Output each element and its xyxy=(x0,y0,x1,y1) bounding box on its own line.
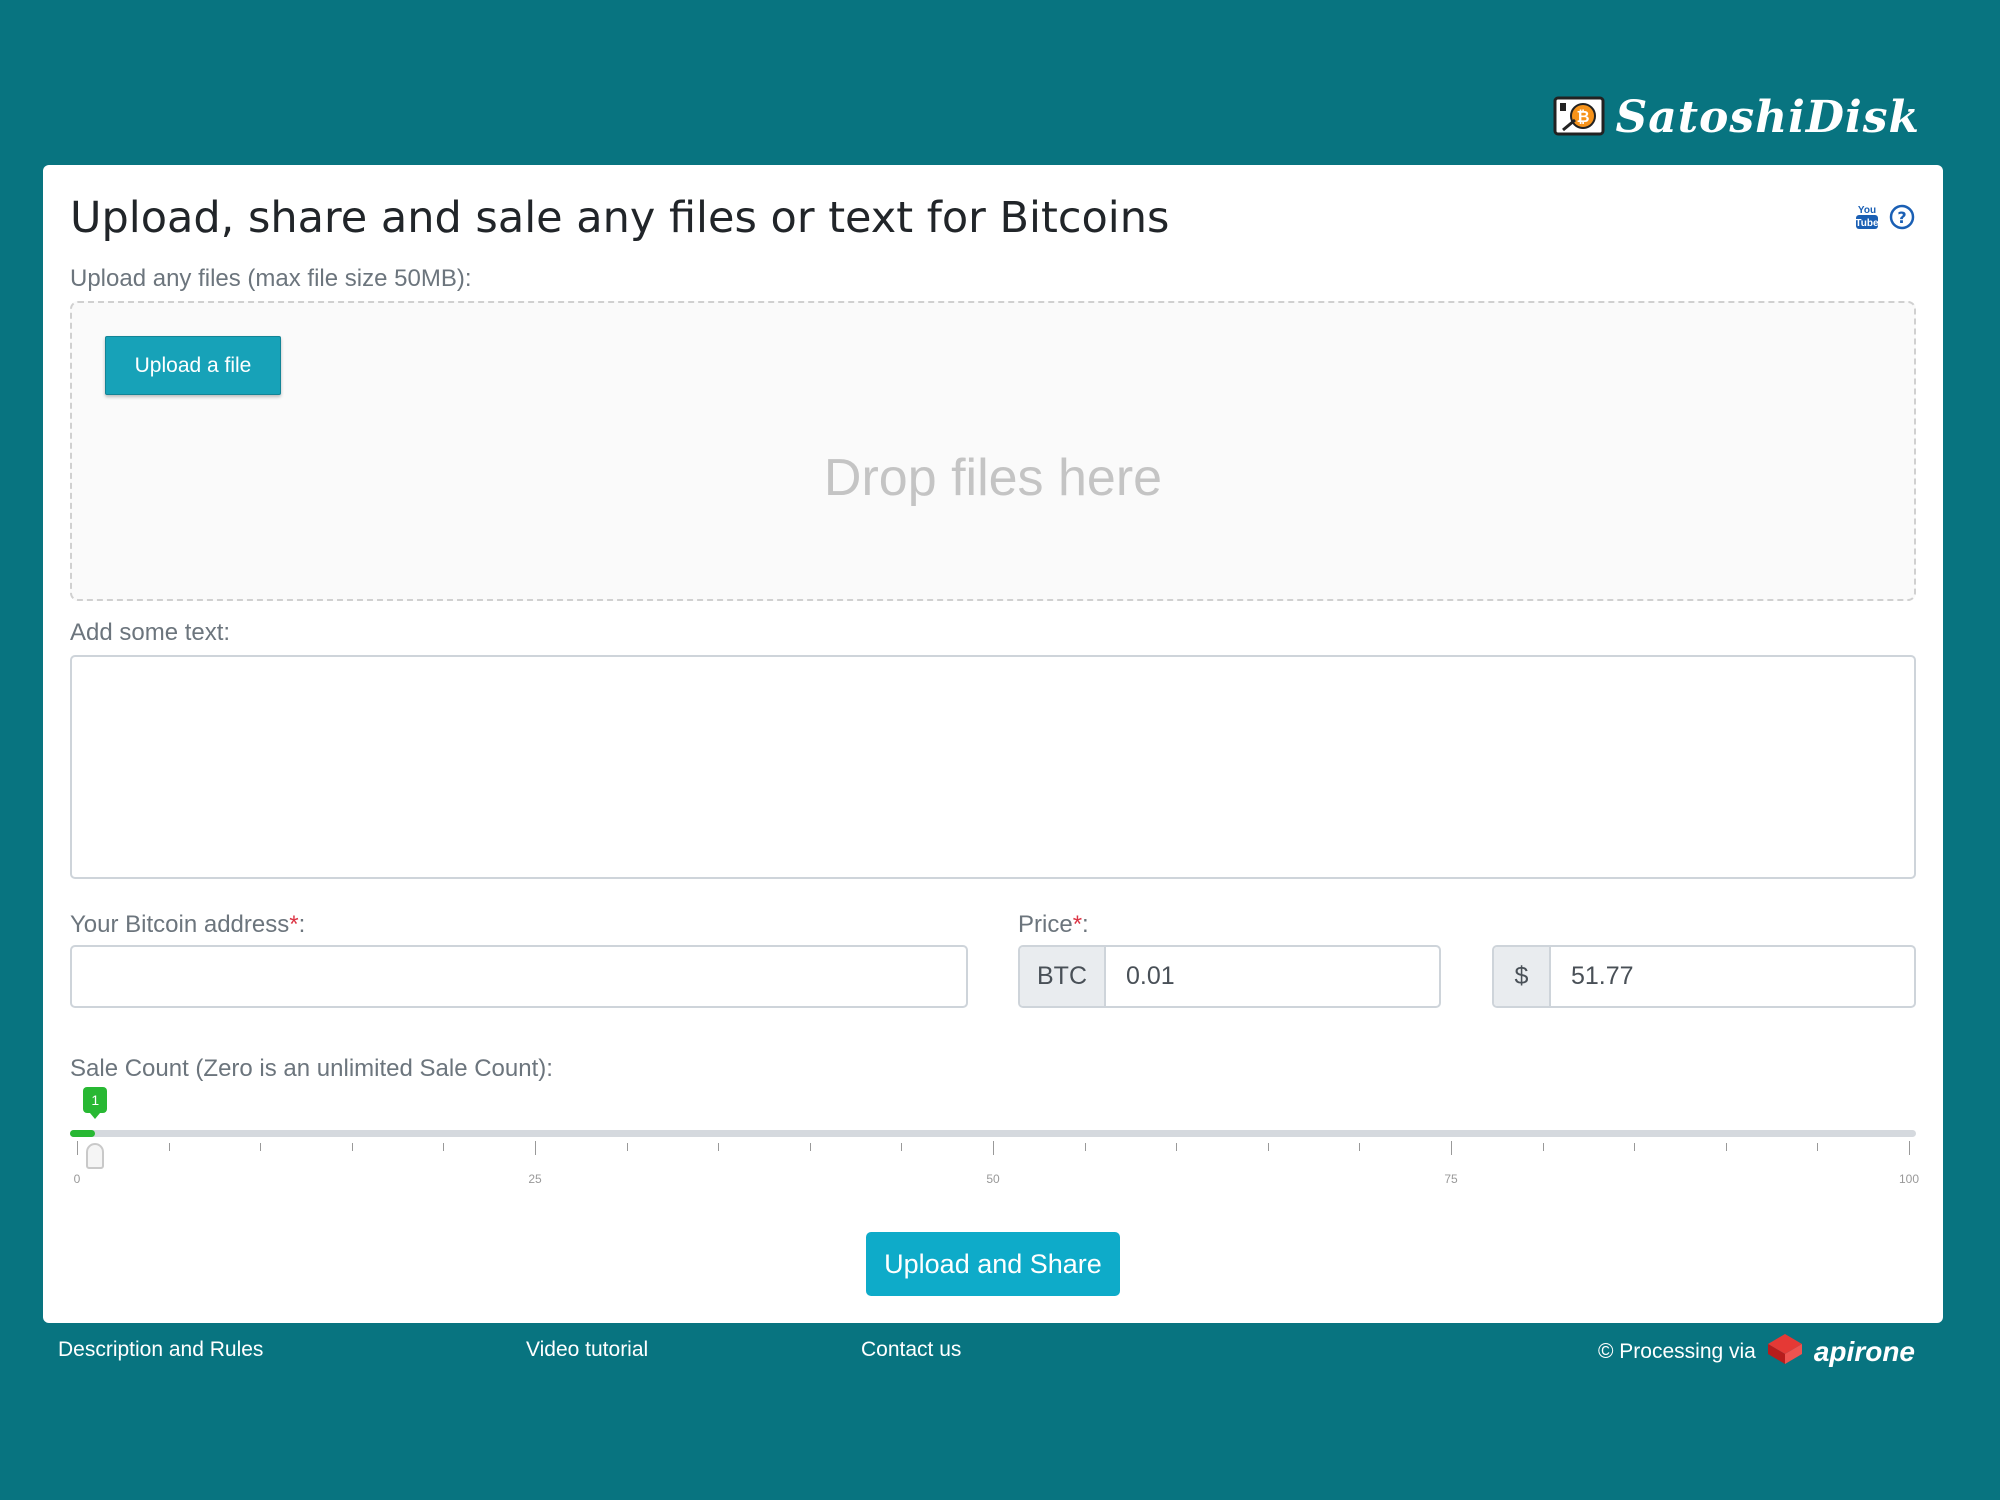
slider-tick-label: 25 xyxy=(528,1172,542,1186)
bitcoin-address-value xyxy=(72,947,92,1006)
slider-tick xyxy=(1451,1141,1452,1155)
slider-tick xyxy=(1725,1143,1727,1151)
svg-text:?: ? xyxy=(1897,208,1906,227)
price-btc-value: 0.01 xyxy=(1126,962,1175,990)
apirone-logo-icon[interactable] xyxy=(1766,1332,1804,1372)
slider-tick xyxy=(351,1143,353,1151)
description-rules-link[interactable]: Description and Rules xyxy=(58,1338,263,1362)
slider-tick xyxy=(1817,1143,1819,1151)
bitcoin-address-input[interactable] xyxy=(70,945,968,1008)
site-logo[interactable]: ₿ SatoshiDisk xyxy=(1553,92,1920,143)
slider-tick xyxy=(809,1143,811,1151)
slider-tick xyxy=(1084,1143,1086,1151)
processing-credit: © Processing via apirone xyxy=(1598,1332,1915,1372)
satoshidisk-logo-icon: ₿ xyxy=(1553,94,1605,142)
upload-and-share-button[interactable]: Upload and Share xyxy=(866,1232,1120,1296)
upload-file-button[interactable]: Upload a file xyxy=(105,336,281,395)
text-input[interactable] xyxy=(70,655,1916,879)
help-circle-icon[interactable]: ? xyxy=(1889,204,1915,234)
slider-tick xyxy=(718,1143,720,1151)
price-usd-input[interactable]: $ 51.77 xyxy=(1492,945,1916,1008)
page-title: Upload, share and sale any files or text… xyxy=(70,193,1170,243)
required-mark: * xyxy=(289,911,299,938)
price-usd-value: 51.77 xyxy=(1571,962,1634,990)
help-icons: You Tube ? xyxy=(1855,203,1915,235)
apirone-text[interactable]: apirone xyxy=(1814,1336,1915,1368)
slider-tick-label: 0 xyxy=(73,1172,81,1186)
slider-tick xyxy=(535,1141,536,1155)
slider-tick xyxy=(1634,1143,1636,1151)
slider-tick xyxy=(901,1143,903,1151)
slider-value-tooltip: 1 xyxy=(83,1087,108,1119)
slider-fill xyxy=(70,1130,96,1137)
svg-text:You: You xyxy=(1858,205,1876,216)
slider-tick xyxy=(1542,1143,1544,1151)
logo-text: SatoshiDisk xyxy=(1615,92,1920,143)
text-label: Add some text: xyxy=(70,619,231,646)
slider-tick xyxy=(626,1143,628,1151)
bitcoin-address-label: Your Bitcoin address*: xyxy=(70,911,306,938)
btc-addon: BTC xyxy=(1020,947,1106,1006)
sale-count-label: Sale Count (Zero is an unlimited Sale Co… xyxy=(70,1055,553,1082)
slider-tick xyxy=(1176,1143,1178,1151)
usd-addon: $ xyxy=(1494,947,1551,1006)
slider-tick xyxy=(993,1141,994,1155)
slider-tick xyxy=(168,1143,170,1151)
video-tutorial-link[interactable]: Video tutorial xyxy=(526,1338,648,1362)
slider-tick xyxy=(1267,1143,1269,1151)
slider-handle[interactable] xyxy=(86,1143,105,1169)
slider-tick xyxy=(260,1143,262,1151)
slider-tick-label: 50 xyxy=(986,1172,1000,1186)
slider-track[interactable] xyxy=(70,1130,1916,1137)
upload-label: Upload any files (max file size 50MB): xyxy=(70,265,472,292)
file-dropzone[interactable]: Upload a file Drop files here xyxy=(70,301,1916,601)
price-btc-input[interactable]: BTC 0.01 xyxy=(1018,945,1441,1008)
slider-tick xyxy=(77,1141,78,1155)
contact-us-link[interactable]: Contact us xyxy=(861,1338,961,1362)
upload-card: Upload, share and sale any files or text… xyxy=(43,165,1943,1323)
slider-tick-label: 75 xyxy=(1444,1172,1458,1186)
svg-text:Tube: Tube xyxy=(1855,218,1879,229)
youtube-icon[interactable]: You Tube xyxy=(1855,203,1879,235)
svg-text:₿: ₿ xyxy=(1577,107,1590,126)
slider-tick xyxy=(1359,1143,1361,1151)
price-label: Price*: xyxy=(1018,911,1089,938)
drop-files-text: Drop files here xyxy=(823,449,1163,507)
slider-tick-label: 100 xyxy=(1898,1172,1920,1186)
processing-text: © Processing via xyxy=(1597,1340,1756,1363)
slider-tick xyxy=(443,1143,445,1151)
required-mark: * xyxy=(1072,911,1083,938)
slider-tick xyxy=(1909,1141,1910,1155)
